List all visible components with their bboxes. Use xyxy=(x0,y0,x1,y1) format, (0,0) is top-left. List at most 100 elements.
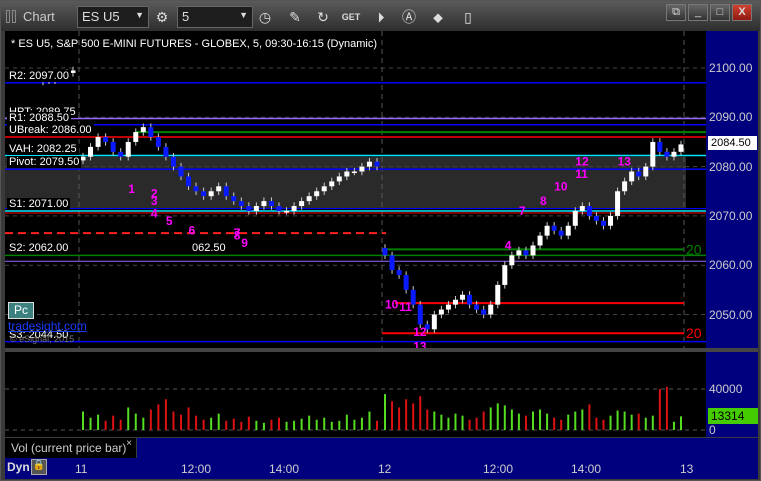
candle-body xyxy=(488,304,494,315)
pc-button[interactable]: Pc xyxy=(8,302,34,319)
candle-body xyxy=(629,171,635,182)
candle-body xyxy=(268,201,274,207)
time-tick-label: 12:00 xyxy=(483,462,514,476)
restore-button[interactable]: ⧉ xyxy=(666,4,686,21)
time-tick-label: 12 xyxy=(378,462,392,476)
maximize-button[interactable]: □ xyxy=(710,4,730,21)
link-icon[interactable]: ⬥ xyxy=(426,6,450,28)
volume-bar xyxy=(315,419,318,430)
volume-bar xyxy=(637,413,640,430)
symbol-value: ES U5 xyxy=(82,9,120,24)
time-axis[interactable]: Dyn 🔒 11 12:00 14:00 12 12:00 14:00 13 xyxy=(5,458,758,479)
sequence-count-label: 8 xyxy=(234,229,241,243)
volume-tick-label: 40000 xyxy=(709,382,743,396)
drag-grip-icon[interactable] xyxy=(6,10,10,23)
volume-bar xyxy=(405,399,408,430)
candle-body xyxy=(95,137,101,147)
volume-bar xyxy=(623,411,626,430)
volume-bar xyxy=(644,417,647,430)
minimize-button[interactable]: _ xyxy=(688,4,708,21)
volume-bar xyxy=(97,414,100,430)
volume-pane-tab[interactable]: Vol (current price bar) × xyxy=(5,438,136,458)
close-pane-icon[interactable]: × xyxy=(126,438,132,449)
title-bar: Chart ES U5 ▼ ⚙ 5 ▼ ◷ ✎ ↻ GET ⏵ Ⓐ ⬥ ▯ ⧉ _ … xyxy=(1,1,760,31)
level-label: UBreak: 2086.00 xyxy=(7,124,94,137)
volume-bar xyxy=(391,401,394,430)
candle-body xyxy=(140,127,146,133)
candle-body xyxy=(643,166,649,177)
candle-body xyxy=(650,141,656,167)
time-tick-label: 11 xyxy=(75,462,88,476)
price-pane[interactable]: 20 20 1 2 3 4 5 6 7 8 9 10 11 12 13 4 7 8 10 11 12 13 * ES U5… xyxy=(5,31,706,348)
lock-icon[interactable]: 🔒 xyxy=(31,459,47,475)
volume-bar xyxy=(524,415,527,430)
volume-chart xyxy=(5,386,706,431)
volume-bar xyxy=(172,411,175,430)
volume-bar xyxy=(202,419,205,430)
volume-bar xyxy=(134,413,137,430)
candle-body xyxy=(558,230,564,236)
tab-strip xyxy=(137,438,758,458)
dropdown-arrow-icon: ▼ xyxy=(239,10,248,20)
volume-pane[interactable] xyxy=(5,352,706,437)
chart-header: * ES U5, S&P 500 E-MINI FUTURES - GLOBEX… xyxy=(11,38,377,50)
volume-bar xyxy=(680,416,682,430)
refresh-icon[interactable]: ↻ xyxy=(311,6,335,28)
watermark-link[interactable]: tradesight.com xyxy=(8,319,87,333)
volume-bar xyxy=(353,419,356,430)
alert-icon[interactable]: Ⓐ xyxy=(397,6,421,28)
volume-bar xyxy=(412,403,415,430)
volume-bar xyxy=(454,413,457,430)
volume-bar xyxy=(616,410,619,430)
candle-body xyxy=(231,196,237,202)
candle-body xyxy=(359,166,365,172)
volume-bar xyxy=(602,419,605,430)
candle-body xyxy=(544,225,550,236)
clock-icon[interactable]: ◷ xyxy=(253,6,277,28)
volume-bar xyxy=(496,403,499,430)
volume-pane-label: Vol (current price bar) xyxy=(11,441,127,455)
settings-gear-icon[interactable]: ⚙ xyxy=(150,6,174,28)
candle-body xyxy=(118,151,124,157)
volume-bar xyxy=(180,414,182,430)
price-axis[interactable]: 2100.00 2090.00 2080.00 2070.00 2060.00 2050.… xyxy=(706,31,758,348)
interval-input[interactable]: 5 ▼ xyxy=(177,6,253,28)
candle-body xyxy=(321,186,327,192)
pencil-icon[interactable]: ✎ xyxy=(283,6,307,28)
volume-bar xyxy=(293,420,296,430)
volume-bar xyxy=(546,413,549,430)
sequence-count-label: 12 xyxy=(575,155,589,169)
price-chart: 20201 23456 78910 111213478101112 13 xyxy=(5,31,706,348)
dyn-label: Dyn xyxy=(7,460,30,474)
candle-body xyxy=(163,146,169,157)
candle-body xyxy=(467,294,473,305)
volume-axis[interactable]: 40000 0 13314 xyxy=(706,352,758,437)
candle-body xyxy=(314,191,320,197)
candle-body xyxy=(374,161,380,167)
symbol-input[interactable]: ES U5 ▼ xyxy=(77,6,149,28)
comment-icon[interactable]: ▯ xyxy=(456,6,480,28)
volume-bar xyxy=(240,421,243,430)
close-button[interactable]: X xyxy=(732,4,752,21)
candle-body xyxy=(586,206,592,216)
price-tick-label: 2050.00 xyxy=(709,307,753,322)
volume-bar xyxy=(157,404,160,430)
volume-bar xyxy=(532,411,534,430)
volume-bar xyxy=(609,415,612,430)
candle-body xyxy=(615,191,621,216)
sequence-count-label: 10 xyxy=(385,298,399,312)
candle-body xyxy=(88,146,94,157)
candle-body xyxy=(178,166,184,177)
volume-bar xyxy=(560,419,563,430)
candle-body xyxy=(253,206,259,211)
get-icon[interactable]: GET xyxy=(339,6,363,28)
drag-grip-icon[interactable] xyxy=(12,10,16,23)
play-icon[interactable]: ⏵ xyxy=(369,6,393,28)
volume-bar xyxy=(308,415,311,430)
volume-bar xyxy=(127,407,130,430)
sequence-count-label: 4 xyxy=(505,238,512,252)
time-tick-label: 13 xyxy=(680,462,694,476)
sequence-count-label: 4 xyxy=(151,206,158,220)
candle-body xyxy=(70,70,76,73)
candle-body xyxy=(238,201,244,207)
